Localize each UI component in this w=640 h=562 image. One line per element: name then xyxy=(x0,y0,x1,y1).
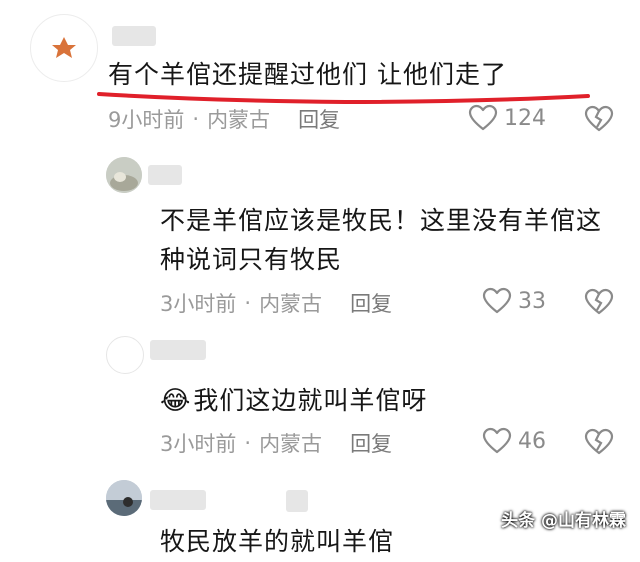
broken-heart-icon[interactable] xyxy=(584,105,614,133)
avatar[interactable] xyxy=(106,480,142,516)
broken-heart-icon[interactable] xyxy=(584,428,614,456)
heart-icon xyxy=(468,104,498,131)
comment-meta: 3小时前 · 内蒙古 回复 xyxy=(160,428,392,458)
comment-text-body: 我们这边就叫羊倌呀 xyxy=(193,386,428,415)
like-count: 124 xyxy=(504,105,546,131)
username-masked xyxy=(286,490,308,512)
leaf-icon xyxy=(52,37,76,58)
reply-button[interactable]: 回复 xyxy=(298,104,340,134)
comment-text: 😂 我们这边就叫羊倌呀 xyxy=(160,381,427,421)
heart-icon xyxy=(482,287,512,314)
separator: · xyxy=(244,291,252,315)
comment-text: 牧民放羊的就叫羊倌 xyxy=(160,527,395,556)
avatar[interactable] xyxy=(106,157,142,193)
avatar[interactable] xyxy=(30,14,98,82)
comment-time: 9小时前 xyxy=(108,108,185,132)
comment-text-line1: 不是羊倌应该是牧民！这里没有羊倌这 xyxy=(160,206,603,235)
avatar-image xyxy=(106,480,142,516)
comment-location: 内蒙古 xyxy=(259,432,323,456)
username-masked xyxy=(148,165,182,185)
comment-time: 3小时前 xyxy=(160,292,237,316)
comment-location: 内蒙古 xyxy=(207,108,271,132)
avatar-image xyxy=(106,157,142,193)
avatar[interactable] xyxy=(106,336,144,374)
watermark: 头条 @山有林霖 xyxy=(501,511,626,531)
like-button[interactable]: 33 xyxy=(482,287,546,315)
comment-meta: 9小时前 · 内蒙古 回复 xyxy=(108,104,340,134)
separator: · xyxy=(192,107,200,131)
username-masked xyxy=(150,490,206,510)
reply-button[interactable]: 回复 xyxy=(350,428,392,458)
username-masked xyxy=(112,26,156,46)
reply-button[interactable]: 回复 xyxy=(350,288,392,318)
broken-heart-icon[interactable] xyxy=(584,288,614,316)
comment-time: 3小时前 xyxy=(160,432,237,456)
comment-location: 内蒙古 xyxy=(259,292,323,316)
like-button[interactable]: 46 xyxy=(482,427,546,455)
separator: · xyxy=(244,431,252,455)
comment-meta: 3小时前 · 内蒙古 回复 xyxy=(160,288,392,318)
like-count: 46 xyxy=(518,428,546,454)
laughing-emoji-icon: 😂 xyxy=(160,386,192,416)
heart-icon xyxy=(482,427,512,454)
like-button[interactable]: 124 xyxy=(468,104,546,132)
like-count: 33 xyxy=(518,288,546,314)
username-masked xyxy=(150,340,206,360)
comment-text-line2: 种说词只有牧民 xyxy=(160,245,343,274)
